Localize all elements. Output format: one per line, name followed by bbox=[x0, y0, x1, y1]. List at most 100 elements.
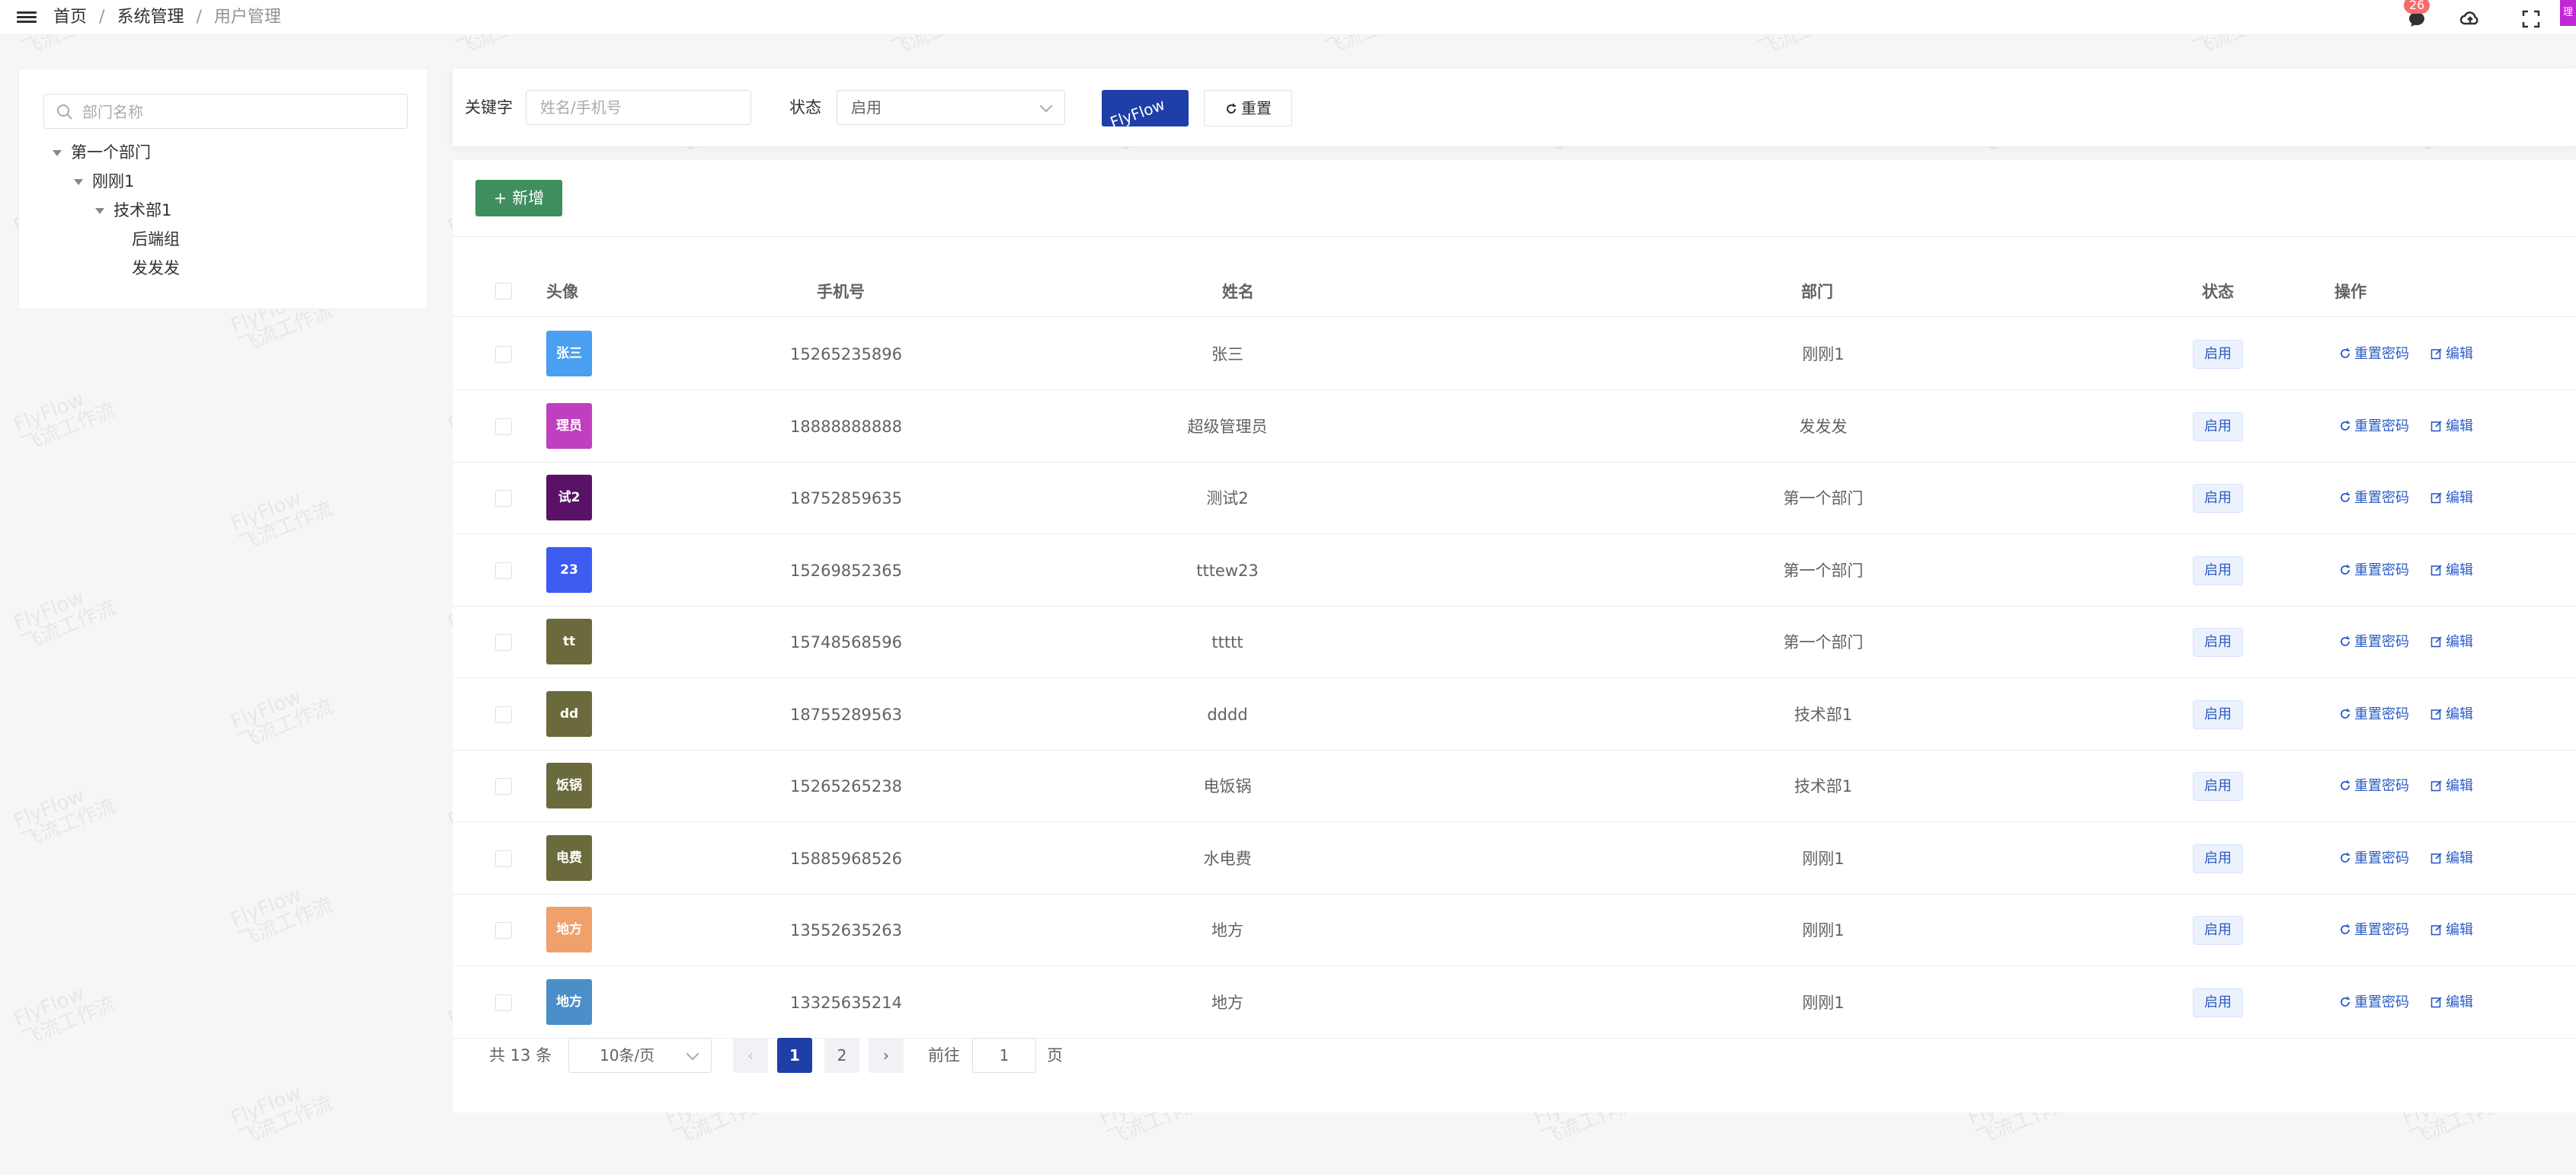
table-row: 饭锅 15265265238 电饭锅 技术部1 启用 重置密码 编辑 bbox=[453, 751, 2576, 822]
page-button-1[interactable]: 1 bbox=[777, 1038, 812, 1073]
watermark-line2: 飞流工作流 bbox=[235, 893, 337, 952]
reset-password-label: 重置密码 bbox=[2354, 850, 2409, 866]
select-all-checkbox[interactable] bbox=[495, 283, 512, 299]
table-row: 地方 13325635214 地方 刚刚1 启用 重置密码 编辑 bbox=[453, 967, 2576, 1039]
caret-down-icon[interactable] bbox=[74, 179, 83, 185]
watermark: FlyFlow飞流工作流 bbox=[11, 974, 119, 1051]
cell-dept: 第一个部门 bbox=[1783, 633, 1864, 652]
next-page-button[interactable]: › bbox=[869, 1038, 904, 1073]
tree-node-第一个部门[interactable]: 第一个部门 bbox=[53, 141, 151, 164]
reset-password-button[interactable]: 重置密码 bbox=[2339, 631, 2409, 654]
refresh-icon bbox=[2341, 924, 2350, 934]
prev-page-button[interactable]: ‹ bbox=[733, 1038, 768, 1073]
table-row: 地方 13552635263 地方 刚刚1 启用 重置密码 编辑 bbox=[453, 895, 2576, 966]
status-badge: 启用 bbox=[2193, 628, 2243, 657]
watermark-line1: FlyFlow bbox=[10, 586, 88, 636]
search-button[interactable]: FlyFlow bbox=[1102, 90, 1189, 126]
goto-page-input[interactable]: 1 bbox=[972, 1038, 1036, 1073]
cell-dept: 技术部1 bbox=[1794, 706, 1853, 724]
tree-node-发发发[interactable]: 发发发 bbox=[132, 257, 180, 280]
department-search-input[interactable]: 部门名称 bbox=[43, 94, 408, 129]
upload-icon[interactable] bbox=[2459, 8, 2482, 30]
table-row: 23 15269852365 tttew23 第一个部门 启用 重置密码 编辑 bbox=[453, 535, 2576, 607]
divider bbox=[453, 236, 2576, 237]
status-select[interactable]: 启用 bbox=[837, 90, 1065, 125]
keyword-label: 关键字 bbox=[465, 98, 513, 117]
cell-dept: 刚刚1 bbox=[1802, 994, 1845, 1012]
tree-node-技术部1[interactable]: 技术部1 bbox=[95, 199, 171, 222]
reset-password-button[interactable]: 重置密码 bbox=[2339, 847, 2409, 870]
reset-password-button[interactable]: 重置密码 bbox=[2339, 487, 2409, 510]
page-button-2[interactable]: 2 bbox=[824, 1038, 859, 1073]
edit-button[interactable]: 编辑 bbox=[2430, 343, 2473, 366]
breadcrumb-section[interactable]: 系统管理 bbox=[117, 8, 184, 27]
edit-button[interactable]: 编辑 bbox=[2430, 487, 2473, 510]
watermark: FlyFlow飞流工作流 bbox=[228, 1073, 336, 1150]
status-badge: 启用 bbox=[2193, 340, 2243, 369]
edit-icon bbox=[2430, 636, 2442, 648]
menu-toggle-icon[interactable] bbox=[17, 9, 37, 26]
reset-password-button[interactable]: 重置密码 bbox=[2339, 991, 2409, 1014]
caret-down-icon[interactable] bbox=[95, 208, 104, 214]
refresh-icon bbox=[2341, 492, 2350, 502]
reset-password-button[interactable]: 重置密码 bbox=[2339, 919, 2409, 942]
refresh-icon bbox=[2341, 636, 2350, 646]
fullscreen-icon[interactable] bbox=[2520, 8, 2542, 30]
header-dept: 部门 bbox=[1801, 283, 1833, 301]
status-select-value: 启用 bbox=[851, 98, 882, 117]
page-size-select[interactable]: 10条/页 bbox=[568, 1038, 712, 1073]
tree-node-label: 发发发 bbox=[132, 259, 180, 277]
edit-button[interactable]: 编辑 bbox=[2430, 991, 2473, 1014]
watermark-line2: 飞流工作流 bbox=[18, 398, 120, 457]
add-button[interactable]: + 新增 bbox=[475, 180, 562, 216]
edit-label: 编辑 bbox=[2446, 994, 2473, 1010]
table-row: 试2 18752859635 测试2 第一个部门 启用 重置密码 编辑 bbox=[453, 463, 2576, 534]
edit-button[interactable]: 编辑 bbox=[2430, 847, 2473, 870]
add-button-label: 新增 bbox=[512, 189, 545, 207]
edit-button[interactable]: 编辑 bbox=[2430, 631, 2473, 654]
watermark: FlyFlow飞流工作流 bbox=[228, 875, 336, 952]
reset-password-label: 重置密码 bbox=[2354, 706, 2409, 722]
table-row: 张三 15265235896 张三 刚刚1 启用 重置密码 编辑 bbox=[453, 319, 2576, 390]
reset-password-button[interactable]: 重置密码 bbox=[2339, 775, 2409, 798]
edit-button[interactable]: 编辑 bbox=[2430, 703, 2473, 726]
pagination: 共 13 条 10条/页 ‹ 1 2 › 前往 1 页 bbox=[453, 1036, 2576, 1074]
tree-node-label: 第一个部门 bbox=[71, 143, 151, 162]
edit-label: 编辑 bbox=[2446, 490, 2473, 506]
edit-button[interactable]: 编辑 bbox=[2430, 775, 2473, 798]
keyword-input[interactable]: 姓名/手机号 bbox=[526, 90, 751, 125]
tree-node-刚刚1[interactable]: 刚刚1 bbox=[74, 170, 134, 193]
reset-password-label: 重置密码 bbox=[2354, 346, 2409, 362]
watermark-line2: 飞流工作流 bbox=[235, 497, 337, 556]
reset-password-button[interactable]: 重置密码 bbox=[2339, 415, 2409, 438]
header-actions: 操作 bbox=[2334, 283, 2366, 301]
status-badge: 启用 bbox=[2193, 988, 2243, 1017]
reset-password-button[interactable]: 重置密码 bbox=[2339, 703, 2409, 726]
user-avatar[interactable]: 理 bbox=[2560, 0, 2576, 26]
watermark: FlyFlow飞流工作流 bbox=[228, 479, 336, 555]
header-avatar: 头像 bbox=[546, 283, 578, 301]
breadcrumb-current: 用户管理 bbox=[213, 8, 281, 27]
tree-node-后端组[interactable]: 后端组 bbox=[132, 228, 180, 251]
cell-dept: 刚刚1 bbox=[1802, 921, 1845, 940]
edit-button[interactable]: 编辑 bbox=[2430, 559, 2473, 582]
refresh-icon bbox=[2341, 348, 2350, 358]
chevron-down-icon bbox=[686, 1047, 699, 1061]
table-row: dd 18755289563 dddd 技术部1 启用 重置密码 编辑 bbox=[453, 679, 2576, 751]
tree-node-label: 后端组 bbox=[132, 230, 180, 248]
cell-dept: 第一个部门 bbox=[1783, 489, 1864, 507]
watermark: FlyFlow飞流工作流 bbox=[11, 379, 119, 456]
reset-button[interactable]: 重置 bbox=[1204, 90, 1292, 126]
reset-password-button[interactable]: 重置密码 bbox=[2339, 559, 2409, 582]
breadcrumb: 首页 / 系统管理 / 用户管理 bbox=[53, 6, 281, 29]
reset-password-button[interactable]: 重置密码 bbox=[2339, 343, 2409, 366]
edit-button[interactable]: 编辑 bbox=[2430, 919, 2473, 942]
edit-icon bbox=[2430, 492, 2442, 504]
caret-down-icon[interactable] bbox=[53, 150, 62, 156]
page-unit-label: 页 bbox=[1047, 1046, 1063, 1065]
edit-button[interactable]: 编辑 bbox=[2430, 415, 2473, 438]
reset-password-label: 重置密码 bbox=[2354, 418, 2409, 434]
breadcrumb-home[interactable]: 首页 bbox=[53, 8, 87, 27]
watermark-line2: 飞流工作流 bbox=[235, 1091, 337, 1151]
search-button-watermark-text: FlyFlow bbox=[1108, 95, 1167, 126]
